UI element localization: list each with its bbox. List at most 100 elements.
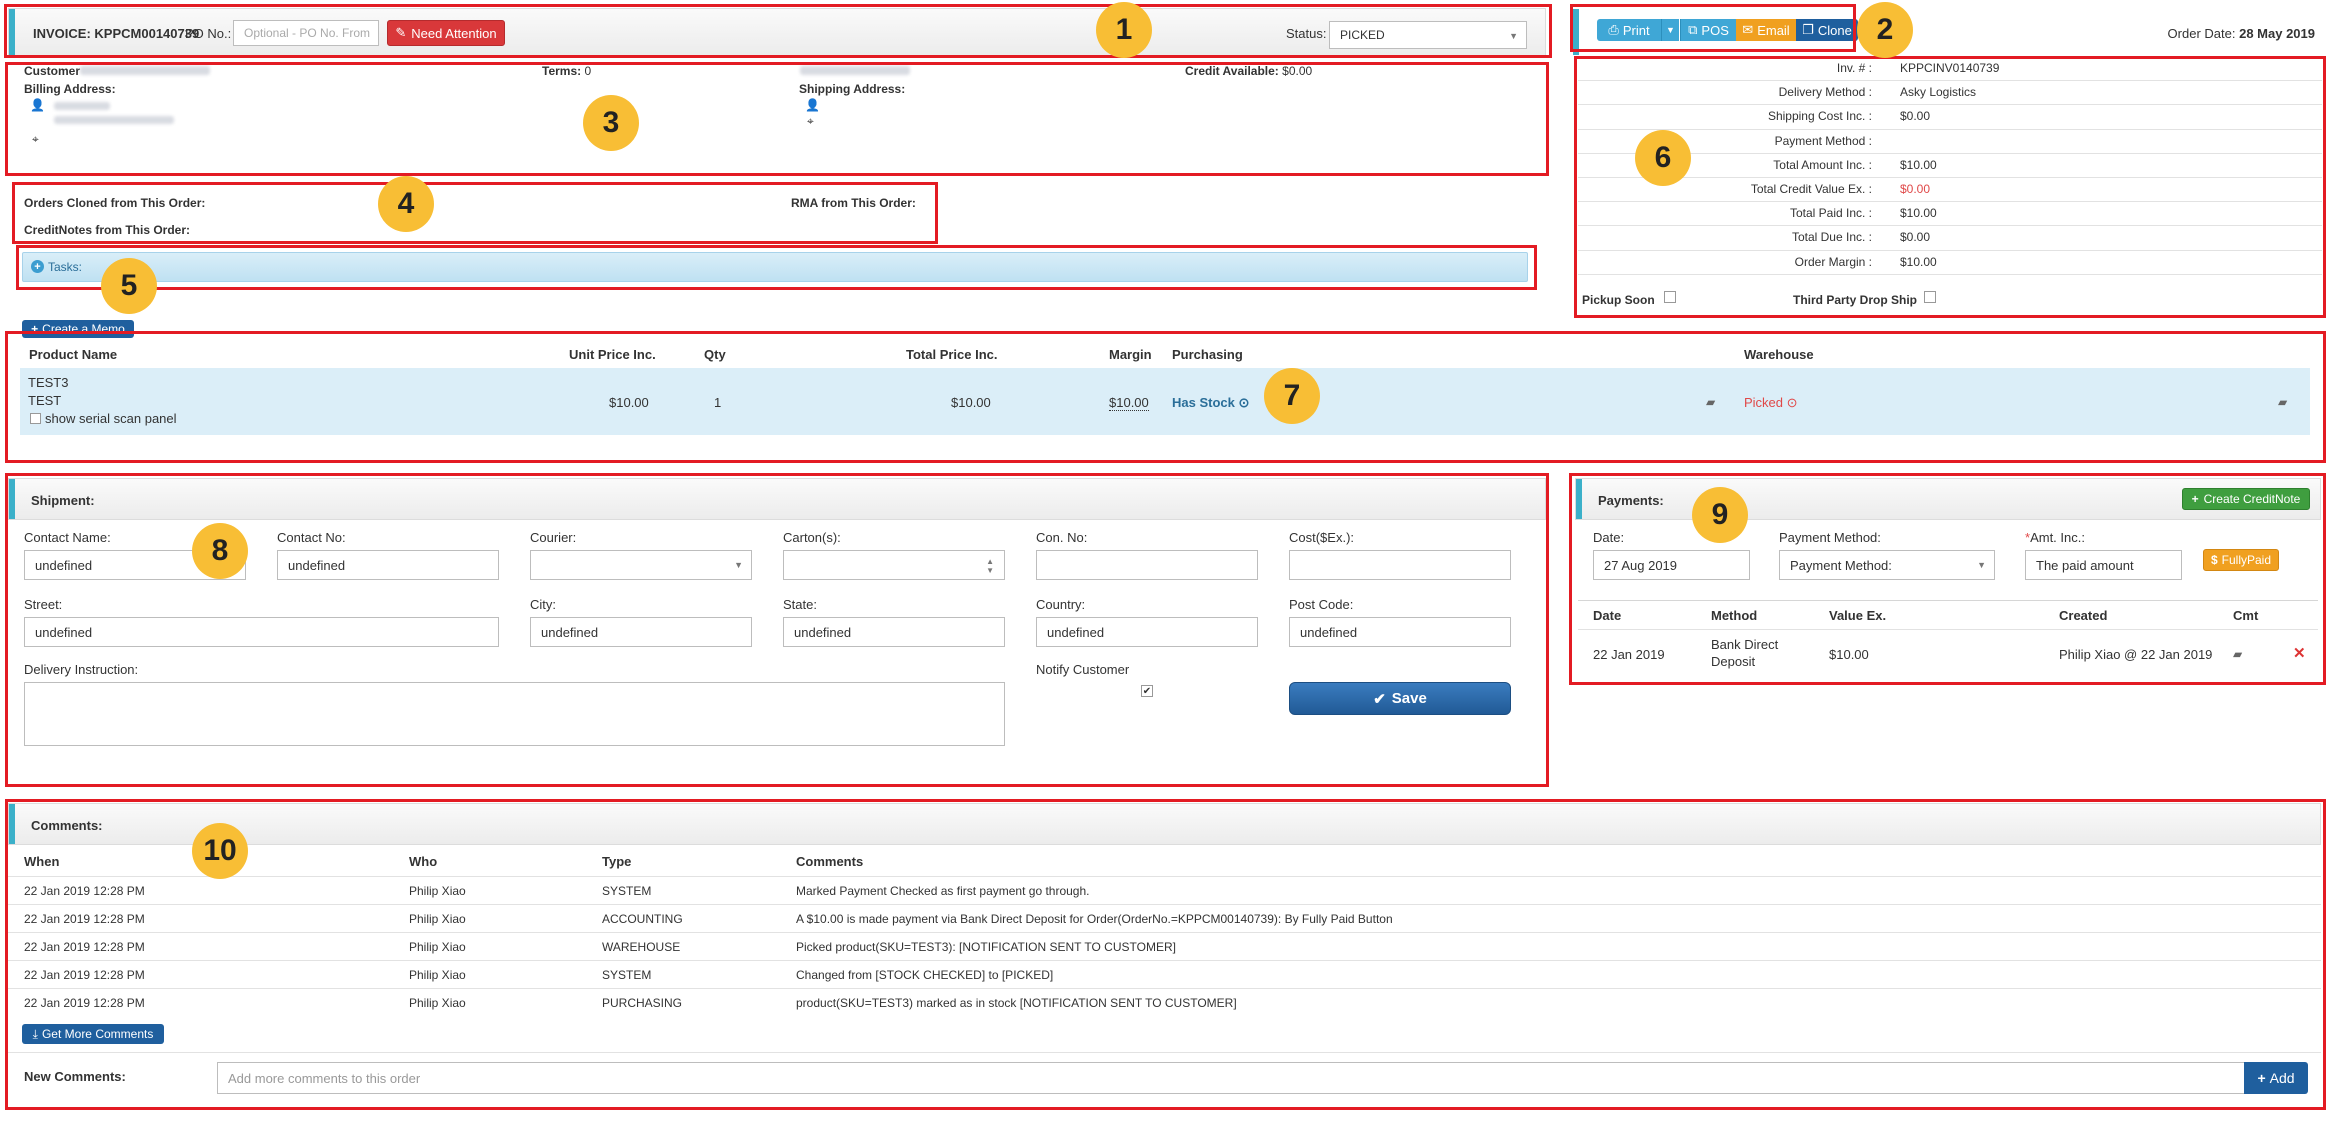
marker-5: 5 [101,258,157,314]
contact-no-label: Contact No: [277,530,346,545]
payment-created: Philip Xiao @ 22 Jan 2019 [2059,647,2213,662]
rma-label: RMA from This Order: [791,196,916,210]
postcode-input[interactable]: undefined [1289,617,1511,647]
fully-paid-button[interactable]: $ FullyPaid [2203,549,2279,571]
pickup-soon-checkbox[interactable] [1664,291,1676,303]
courier-select[interactable]: ▼ [530,550,752,580]
summary-value: $0.00 [1900,182,1931,196]
check-icon: ✔ [1373,690,1386,708]
payment-method-select[interactable]: Payment Method: ▼ [1779,550,1995,580]
comment-col-type: Type [602,854,632,869]
has-stock-status[interactable]: Has Stock ⊙ [1172,395,1249,411]
invoice-number: KPPCM00140739 [94,26,200,41]
new-comments-label: New Comments: [24,1069,126,1084]
summary-label: Total Paid Inc. : [1789,206,1872,221]
chevron-down-icon: ▼ [1509,31,1518,41]
contact-no-input[interactable]: undefined [277,550,499,580]
check-circle-icon: ⊙ [1238,395,1250,410]
comment-text: product(SKU=TEST3) marked as in stock [N… [796,996,1237,1010]
comment-icon[interactable]: ▰ [1706,395,1715,409]
pos-button[interactable]: ⧉ POS [1680,19,1736,41]
comment-icon[interactable]: ▰ [2278,395,2287,409]
state-input[interactable]: undefined [783,617,1005,647]
summary-divider [1578,128,2322,130]
summary-value: $0.00 [1900,230,1931,245]
comment-type: SYSTEM [602,968,652,982]
cartons-input[interactable]: ▲ ▼ [783,550,1005,580]
serial-scan-checkbox[interactable] [30,413,41,424]
comment-when: 22 Jan 2019 12:28 PM [24,968,145,982]
envelope-icon: ✉ [1742,22,1754,37]
print-button[interactable]: ⎙ Print [1597,19,1661,41]
comment-when: 22 Jan 2019 12:28 PM [24,940,145,954]
amount-input[interactable]: The paid amount [2025,550,2182,580]
comment-type: WAREHOUSE [602,940,681,954]
add-comment-button[interactable]: + Add [2244,1062,2308,1094]
comment-row-divider [8,904,2321,905]
country-label: Country: [1036,597,1086,612]
new-comment-input[interactable]: Add more comments to this order [217,1062,2245,1094]
amount-label: *Amt. Inc.: [2025,530,2085,545]
payment-date-label: Date: [1593,530,1625,545]
billing-name-redacted [54,102,110,110]
invoice-header: INVOICE: KPPCM00140739 PO No.: Optional … [8,8,1546,56]
comment-text: A $10.00 is made payment via Bank Direct… [796,912,1393,926]
clone-button[interactable]: ❐ Clone [1796,19,1858,41]
tasks-label: Tasks: [48,260,83,274]
col-total-price: Total Price Inc. [906,347,998,362]
pickup-soon-label: Pickup Soon [1582,293,1655,307]
need-attention-button[interactable]: ✎ Need Attention [387,20,505,46]
payments-divider [1578,600,2318,601]
spinner-icon[interactable]: ▲ ▼ [986,557,994,575]
chevron-down-icon: ▼ [734,560,743,570]
comment-type: PURCHASING [602,996,683,1010]
terms: Terms: 0 [542,64,592,78]
summary-divider [1578,225,2322,227]
picked-status[interactable]: Picked ⊙ [1744,395,1798,411]
summary-value: KPPCINV0140739 [1900,61,2000,75]
notify-customer-checkbox[interactable]: ✔ [1141,685,1153,697]
po-number-input[interactable]: Optional - PO No. From [233,20,379,46]
serial-scan-link[interactable]: show serial scan panel [45,411,177,426]
unit-price: $10.00 [609,395,649,410]
delivery-instruction-textarea[interactable] [24,682,1005,746]
payment-method-label: Payment Method: [1779,530,1881,545]
country-input[interactable]: undefined [1036,617,1258,647]
print-dropdown-button[interactable]: ▼ [1661,19,1679,41]
shipping-address-label: Shipping Address: [799,82,906,96]
cartons-label: Carton(s): [783,530,841,545]
comment-col-when: When [24,854,60,869]
payment-date-input[interactable]: 27 Aug 2019 [1593,550,1750,580]
street-input[interactable]: undefined [24,617,499,647]
pay-col-created: Created [2059,608,2108,623]
product-name: TEST [28,393,62,408]
comment-when: 22 Jan 2019 12:28 PM [24,996,145,1010]
product-sku-link[interactable]: TEST3 [28,375,68,390]
status-select[interactable]: PICKED ▼ [1329,21,1527,49]
create-creditnote-button[interactable]: + Create CreditNote [2182,488,2310,510]
marker-7: 7 [1264,368,1320,424]
summary-value: $0.00 [1900,109,1931,124]
save-button[interactable]: ✔ Save [1289,682,1511,715]
city-input[interactable]: undefined [530,617,752,647]
marker-1: 1 [1096,2,1152,58]
margin[interactable]: $10.00 [1109,395,1149,411]
postcode-label: Post Code: [1289,597,1354,612]
marker-4: 4 [378,176,434,232]
third-party-checkbox[interactable] [1924,291,1936,303]
dollar-icon: $ [2210,553,2218,567]
comment-icon[interactable]: ▰ [2233,647,2242,661]
delete-icon[interactable]: ✕ [2293,644,2306,662]
comment-row-divider [8,876,2321,877]
payment-method-line2: Deposit [1711,654,1756,669]
create-memo-button[interactable]: + Create a Memo [22,320,134,338]
tasks-bar[interactable]: + Tasks: [22,252,1528,282]
con-no-input[interactable] [1036,550,1258,580]
get-more-comments-button[interactable]: ⤓ Get More Comments [22,1024,164,1044]
email-button[interactable]: ✉ Email [1736,19,1796,41]
comment-row-divider [8,988,2321,989]
comment-who: Philip Xiao [409,912,466,926]
cost-input[interactable] [1289,550,1511,580]
download-icon: ⤓ [32,1026,38,1041]
caret-down-icon: ▼ [1666,25,1675,35]
